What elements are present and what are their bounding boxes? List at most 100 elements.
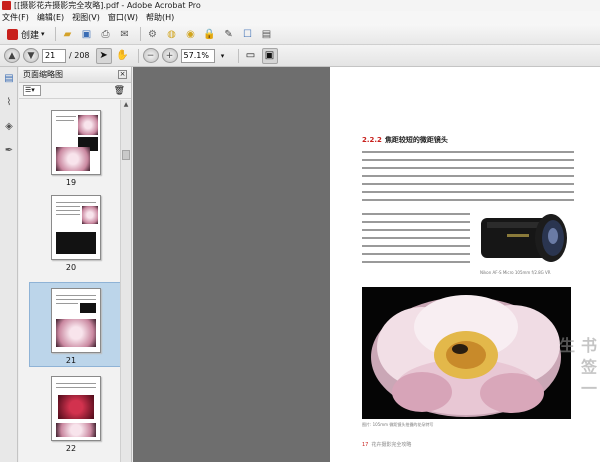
section-number: 2.2.2 [362,136,382,144]
zoom-in-button[interactable]: + [161,48,178,63]
thumbnail-label: 21 [65,356,77,365]
panel-title: 页面缩略图 [23,70,63,79]
body-text-line [362,167,574,169]
close-icon[interactable]: × [118,70,127,79]
create-pdf-icon [7,28,18,40]
fit-width-button[interactable]: ▣ [261,47,278,64]
thumb-flower-image [56,319,96,347]
acrobat-app-icon [2,1,11,10]
seal-watermark: 书 签 一 生 [556,337,597,397]
fit-page-button[interactable]: ▭ [243,48,259,64]
thumbnail-page-21[interactable] [51,288,101,353]
pen-sign-icon: ✎ [224,28,233,40]
menu-edit[interactable]: 编辑(E) [37,12,64,23]
scrollbar-thumb[interactable] [122,150,130,160]
thumb-flower-image [56,147,90,171]
hand-tool-button[interactable]: ✋ [115,48,131,64]
zoom-level-input[interactable] [180,48,215,63]
previous-page-button[interactable]: ▲ [4,48,20,63]
body-text-line [362,199,574,201]
layers-icon[interactable]: ◈ [3,121,15,133]
secure-button[interactable]: 🔒 [202,26,218,42]
lock-icon: 🔒 [203,28,216,40]
print-icon: ⎙ [101,28,110,40]
thumb-dark-image [56,232,96,254]
comment-button[interactable]: ◍ [164,26,180,42]
thumb-text-line [56,387,96,388]
main-toolbar: 创建 ▾ ▰ ▣ ⎙ ✉ ⚙ ◍ ◉ 🔒 ✎ ☐ ▤ [0,24,600,45]
panel-header: 页面缩略图 × [19,67,131,83]
folder-icon: ▰ [63,28,72,40]
open-folder-button[interactable]: ▰ [60,26,76,42]
menu-help[interactable]: 帮助(H) [146,12,174,23]
menu-file[interactable]: 文件(F) [2,12,29,23]
page-footer-text: 花卉摄影完全攻略 [371,442,412,448]
page-total: / 208 [69,51,90,60]
thumbnail-list: 19 20 21 22 [19,100,123,462]
thumbnail-options-button[interactable]: ☰▾ [23,85,41,96]
thumb-text-line [56,383,96,384]
scroll-up-arrow-icon[interactable]: ▲ [121,101,131,108]
plus-icon: + [165,50,174,61]
thumbnail-page-20[interactable] [51,195,101,260]
menu-view[interactable]: 视图(V) [72,12,100,23]
peony-flower-image [371,295,561,417]
page-footer-number: 17 [362,442,369,448]
list-options-icon: ☰▾ [25,86,35,94]
lens-caption: Nikon AF-S Micro 105mm f/2.8G VR [480,270,551,275]
create-label: 创建 [21,30,40,41]
signature-pen-icon[interactable]: ✒ [3,145,15,157]
comment-bubble-icon: ◍ [167,28,176,40]
arrow-down-icon: ▼ [27,50,35,61]
film-icon: ▤ [261,28,272,40]
body-text-line [362,183,574,185]
photo-caption: 图片: 105mm 微距镜头拍摄的花朵特写 [362,422,434,427]
toolbar-separator [237,48,239,63]
thumb-flower-image [56,423,96,437]
thumb-text-line [56,214,80,215]
sign-button[interactable]: ✎ [221,26,237,42]
create-button[interactable]: 创建 ▾ [4,26,48,42]
review-button[interactable]: ◉ [183,26,199,42]
navigation-toolbar: ▲ ▼ / 208 ➤ ✋ − + ▾ ▭ ▣ [0,45,600,67]
gear-icon: ⚙ [148,28,158,40]
document-view[interactable]: 2.2.2 焦距较短的微距镜头 Nikon AF-S Micro 105mm f/… [133,67,600,462]
form-icon: ☐ [243,28,253,40]
toolbar-separator [54,27,56,41]
thumbnail-label: 20 [65,263,77,272]
thumb-text-line [56,120,74,121]
page-number-input[interactable] [42,48,66,63]
thumb-text-line [56,299,96,300]
thumbnail-label: 19 [65,178,77,187]
save-button[interactable]: ▣ [79,26,95,42]
thumb-text-line [56,206,80,207]
minus-icon: − [146,50,155,61]
email-button[interactable]: ✉ [117,26,133,42]
attachment-paperclip-icon[interactable]: ⌇ [3,97,15,109]
menu-window[interactable]: 窗口(W) [108,12,138,23]
zoom-out-button[interactable]: − [142,48,159,63]
settings-button[interactable]: ⚙ [145,26,161,42]
print-button[interactable]: ⎙ [98,26,114,42]
body-text-line [362,261,470,263]
email-icon: ✉ [120,28,129,40]
menu-bar: 文件(F) 编辑(E) 视图(V) 窗口(W) 帮助(H) [0,11,600,24]
multimedia-button[interactable]: ▤ [259,26,275,42]
thumb-text-line [56,116,76,117]
lens-photo [481,214,567,262]
trash-icon[interactable]: 🗑 [114,86,125,96]
thumbnail-page-22[interactable] [51,376,101,441]
next-page-button[interactable]: ▼ [23,48,39,63]
chevron-down-icon: ▾ [41,30,45,38]
page-thumbnails-icon[interactable]: ▤ [3,73,15,85]
zoom-dropdown-button[interactable]: ▾ [215,48,231,64]
body-text-line [362,191,574,193]
pdf-page: 2.2.2 焦距较短的微距镜头 Nikon AF-S Micro 105mm f/… [330,67,600,462]
body-text-line [362,221,470,223]
thumbnail-page-19[interactable] [51,110,101,175]
select-tool-button[interactable]: ➤ [95,47,112,64]
page-footer: 17 花卉摄影完全攻略 [362,441,411,448]
toolbar-separator [137,48,139,63]
forms-button[interactable]: ☐ [240,26,256,42]
thumbnail-scrollbar[interactable]: ▲ [120,100,131,462]
